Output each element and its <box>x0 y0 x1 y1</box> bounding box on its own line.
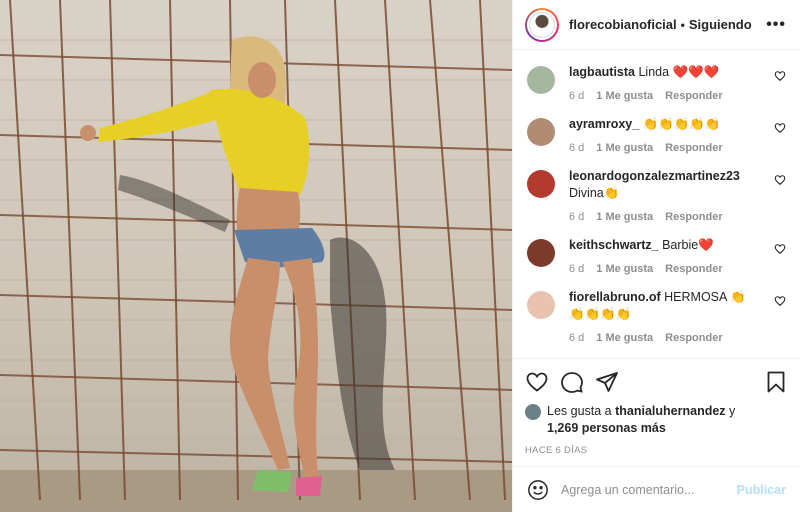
reply-button[interactable]: Responder <box>665 263 722 275</box>
commenter-username[interactable]: keithschwartz_ <box>569 238 659 252</box>
likes-joiner: y <box>725 404 736 418</box>
liker-username[interactable]: thanialuhernandez <box>615 404 725 418</box>
commenter-username[interactable]: ayramroxy_ <box>569 117 639 131</box>
comment-body: leonardogonzalezmartinez23 Divina👏 6 d 1 M… <box>569 168 786 223</box>
comment-heart-icon[interactable] <box>774 122 786 134</box>
comment-text: fiorellabruno.of HERMOSA 👏 👏👏👏👏 <box>569 289 764 323</box>
comment-body: lagbautista Linda ❤️❤️❤️ 6 d 1 Me gusta Res… <box>569 64 786 102</box>
commenter-username[interactable]: lagbautista <box>569 65 635 79</box>
author-avatar[interactable] <box>525 7 559 42</box>
comment-text: leonardogonzalezmartinez23 Divina👏 <box>569 168 764 202</box>
comment-meta: 6 d 1 Me gusta Responder <box>569 211 764 223</box>
post-actions: Les gusta a thanialuhernandez y 1,269 pe… <box>513 358 800 466</box>
post-photo[interactable] <box>0 0 512 512</box>
commenter-avatar[interactable] <box>527 66 555 94</box>
comment-body: fiorellabruno.of HERMOSA 👏 👏👏👏👏 6 d 1 Me g… <box>569 289 786 344</box>
reply-button[interactable]: Responder <box>665 211 722 223</box>
comment-meta: 6 d 1 Me gusta Responder <box>569 90 764 102</box>
comment-time[interactable]: 6 d <box>569 263 584 275</box>
comment-time[interactable]: 6 d <box>569 142 584 154</box>
post-header: florecobianoficial • Siguiendo ••• <box>513 0 800 50</box>
comment-likes[interactable]: 1 Me gusta <box>596 332 653 344</box>
comment-heart-icon[interactable] <box>774 174 786 186</box>
comment-message: 👏👏👏👏👏 <box>639 117 721 131</box>
comment-meta: 6 d 1 Me gusta Responder <box>569 332 764 344</box>
comment-message: Linda ❤️❤️❤️ <box>635 65 720 79</box>
comment-item: ayramroxy_ 👏👏👏👏👏 6 d 1 Me gusta Responder <box>527 116 786 154</box>
bookmark-icon[interactable] <box>764 370 788 394</box>
comments-list[interactable]: lagbautista Linda ❤️❤️❤️ 6 d 1 Me gusta Res… <box>513 50 800 358</box>
author-username[interactable]: florecobianoficial <box>569 17 677 32</box>
post-time-ago: HACE 6 DÍAS <box>525 445 588 456</box>
comment-text: lagbautista Linda ❤️❤️❤️ <box>569 64 764 81</box>
comment-heart-icon[interactable] <box>774 295 786 307</box>
comment-body: keithschwartz_ Barbie❤️ 6 d 1 Me gusta Resp… <box>569 237 786 275</box>
action-icons <box>525 367 788 397</box>
photo-illustration <box>0 0 512 512</box>
comment-message: Divina👏 <box>569 186 620 200</box>
post-modal: florecobianoficial • Siguiendo ••• lagba… <box>0 0 800 512</box>
commenter-avatar[interactable] <box>527 170 555 198</box>
comment-time[interactable]: 6 d <box>569 211 584 223</box>
comment-meta: 6 d 1 Me gusta Responder <box>569 142 764 154</box>
comment-heart-icon[interactable] <box>774 70 786 82</box>
more-icon[interactable]: ••• <box>766 16 786 34</box>
commenter-username[interactable]: fiorellabruno.of <box>569 290 661 304</box>
commenter-avatar[interactable] <box>527 291 555 319</box>
post-comment-button[interactable]: Publicar <box>737 483 786 497</box>
comment-item: fiorellabruno.of HERMOSA 👏 👏👏👏👏 6 d 1 Me g… <box>527 289 786 344</box>
comment-item: keithschwartz_ Barbie❤️ 6 d 1 Me gusta Resp… <box>527 237 786 275</box>
post-side-panel: florecobianoficial • Siguiendo ••• lagba… <box>512 0 800 512</box>
reply-button[interactable]: Responder <box>665 90 722 102</box>
comment-meta: 6 d 1 Me gusta Responder <box>569 263 764 275</box>
comment-item: lagbautista Linda ❤️❤️❤️ 6 d 1 Me gusta Res… <box>527 64 786 102</box>
liker-avatar[interactable] <box>525 404 541 420</box>
comment-input[interactable] <box>561 482 737 497</box>
emoji-icon[interactable] <box>527 479 549 501</box>
comment-heart-icon[interactable] <box>774 243 786 255</box>
reply-button[interactable]: Responder <box>665 332 722 344</box>
comment-likes[interactable]: 1 Me gusta <box>596 211 653 223</box>
heart-icon[interactable] <box>525 370 549 394</box>
comment-item: leonardogonzalezmartinez23 Divina👏 6 d 1 M… <box>527 168 786 223</box>
commenter-avatar[interactable] <box>527 239 555 267</box>
comment-body: ayramroxy_ 👏👏👏👏👏 6 d 1 Me gusta Responder <box>569 116 786 154</box>
commenter-username[interactable]: leonardogonzalezmartinez23 <box>569 169 740 183</box>
likes-count[interactable]: 1,269 personas más <box>547 421 666 435</box>
follow-status-button[interactable]: Siguiendo <box>689 17 752 32</box>
comment-text: keithschwartz_ Barbie❤️ <box>569 237 764 254</box>
likes-summary: Les gusta a thanialuhernandez y 1,269 pe… <box>525 403 788 437</box>
comment-time[interactable]: 6 d <box>569 90 584 102</box>
reply-button[interactable]: Responder <box>665 142 722 154</box>
likes-prefix: Les gusta a <box>547 404 616 418</box>
comment-time[interactable]: 6 d <box>569 332 584 344</box>
comment-text: ayramroxy_ 👏👏👏👏👏 <box>569 116 764 133</box>
share-icon[interactable] <box>595 370 619 394</box>
header-separator: • <box>680 17 685 32</box>
comment-likes[interactable]: 1 Me gusta <box>596 142 653 154</box>
comment-likes[interactable]: 1 Me gusta <box>596 90 653 102</box>
comment-message: Barbie❤️ <box>658 238 714 252</box>
add-comment-bar: Publicar <box>513 466 800 512</box>
comment-likes[interactable]: 1 Me gusta <box>596 263 653 275</box>
comment-icon[interactable] <box>560 370 584 394</box>
commenter-avatar[interactable] <box>527 118 555 146</box>
